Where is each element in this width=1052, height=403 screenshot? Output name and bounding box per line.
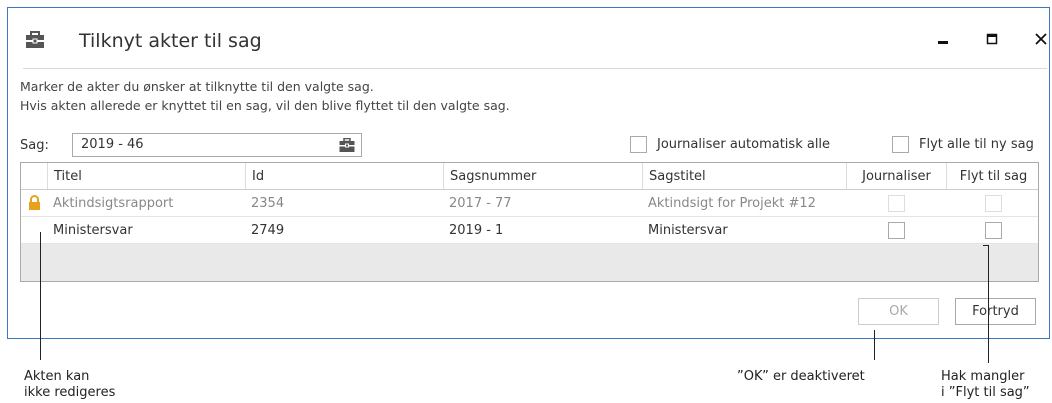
- journaliser-checkbox: [887, 194, 905, 212]
- minimize-button[interactable]: [930, 26, 956, 52]
- table-header: Titel Id Sagsnummer Sagstitel Journalise…: [21, 163, 1038, 190]
- callout-check-line: [988, 245, 989, 363]
- flyt-til-sag-checkbox[interactable]: [984, 221, 1002, 239]
- header-sagsnummer[interactable]: Sagsnummer: [443, 163, 642, 189]
- header-icon-column: [21, 163, 47, 189]
- cell-sagstitel: Ministersvar: [648, 222, 728, 238]
- header-sagstitel[interactable]: Sagstitel: [642, 163, 846, 189]
- table-row[interactable]: Aktindsigtsrapport 2354 2017 - 77 Aktind…: [21, 190, 1038, 217]
- ok-button[interactable]: OK: [858, 298, 939, 325]
- case-picker-icon[interactable]: [339, 137, 355, 153]
- journaliser-all-label: Journaliser automatisk alle: [657, 137, 831, 152]
- close-button[interactable]: [1028, 26, 1052, 52]
- title-bar: Tilknyt akter til sag: [8, 8, 1049, 68]
- callout-check-line2: i ”Flyt til sag”: [941, 385, 1030, 400]
- callout-lock-line2: ikke redigeres: [24, 385, 116, 400]
- cell-id: 2749: [251, 222, 285, 238]
- row-icon-cell: [21, 217, 47, 243]
- info-text-line1: Marker de akter du ønsker at tilknytte t…: [20, 79, 374, 94]
- maximize-button[interactable]: [979, 26, 1005, 52]
- move-all-option[interactable]: Flyt alle til ny sag: [892, 136, 1034, 153]
- minimize-icon: [937, 30, 949, 49]
- cell-sagsnummer: 2017 - 77: [449, 195, 512, 211]
- cell-titel: Aktindsigtsrapport: [53, 195, 174, 211]
- cell-journaliser: [846, 217, 946, 243]
- cell-journaliser: [846, 190, 946, 216]
- dialog-title: Tilknyt akter til sag: [79, 30, 262, 52]
- journaliser-all-option[interactable]: Journaliser automatisk alle: [630, 136, 830, 153]
- header-flyt-til-sag[interactable]: Flyt til sag: [946, 163, 1040, 189]
- documents-table: Titel Id Sagsnummer Sagstitel Journalise…: [20, 162, 1039, 282]
- sag-label: Sag:: [20, 138, 49, 153]
- header-id[interactable]: Id: [245, 163, 443, 189]
- cell-flyt-til-sag: [946, 190, 1040, 216]
- cell-sagsnummer: 2019 - 1: [449, 222, 504, 238]
- callout-lock-text: Akten kan ikke redigeres: [24, 369, 115, 401]
- callout-check-text: Hak mangler i ”Flyt til sag”: [941, 369, 1030, 401]
- sag-input[interactable]: 2019 - 46: [72, 133, 362, 157]
- title-separator: [23, 68, 1047, 69]
- cancel-button[interactable]: Fortryd: [955, 298, 1036, 325]
- lock-icon: [21, 190, 47, 216]
- callout-lock-line: [40, 232, 41, 360]
- cell-flyt-til-sag: [946, 217, 1040, 243]
- header-journaliser[interactable]: Journaliser: [846, 163, 946, 189]
- callout-ok-text: ”OK” er deaktiveret: [737, 369, 865, 384]
- cell-sagstitel: Aktindsigt for Projekt #12: [648, 195, 816, 211]
- sag-value: 2019 - 46: [81, 137, 144, 152]
- callout-lock-line1: Akten kan: [24, 369, 90, 384]
- close-icon: [1035, 30, 1047, 49]
- journaliser-checkbox[interactable]: [887, 221, 905, 239]
- info-text-line2: Hvis akten allerede er knyttet til en sa…: [20, 98, 510, 113]
- maximize-icon: [986, 30, 998, 49]
- cell-id: 2354: [251, 195, 285, 211]
- move-all-checkbox[interactable]: [892, 136, 909, 153]
- case-briefcase-icon: [25, 31, 45, 49]
- callout-ok-line: [874, 330, 875, 360]
- journaliser-all-checkbox[interactable]: [630, 136, 647, 153]
- table-empty-area: [21, 244, 1038, 281]
- flyt-til-sag-checkbox: [984, 194, 1002, 212]
- table-row[interactable]: Ministersvar 2749 2019 - 1 Ministersvar: [21, 217, 1038, 244]
- callout-check-line1: Hak mangler: [941, 369, 1025, 384]
- header-titel[interactable]: Titel: [47, 163, 245, 189]
- cell-titel: Ministersvar: [53, 222, 133, 238]
- move-all-label: Flyt alle til ny sag: [919, 137, 1034, 152]
